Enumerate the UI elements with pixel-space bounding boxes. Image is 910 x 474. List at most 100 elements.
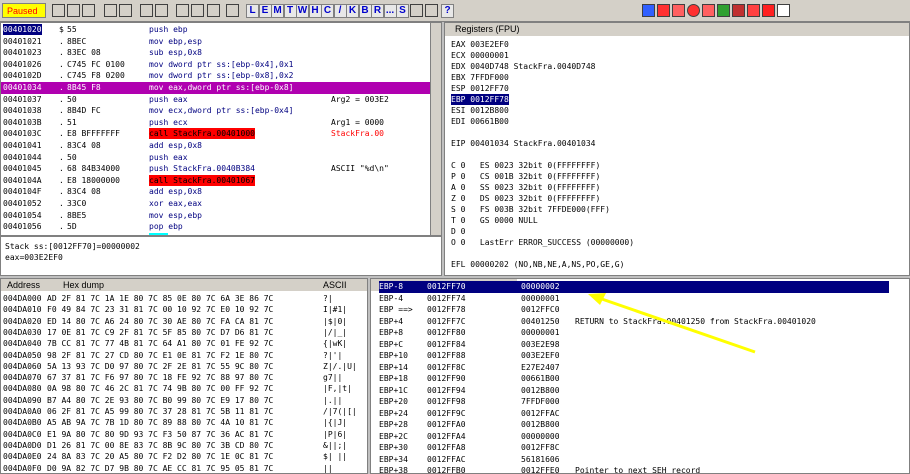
stack-row[interactable]: EBP+2C 0012FFA4 00000000: [379, 431, 889, 443]
hex-dump-address: 004DA070: [3, 373, 42, 383]
window-button-7[interactable]: /: [333, 4, 347, 18]
stack-row[interactable]: EBP+30 0012FFA8 0012FF8C: [379, 442, 889, 454]
stack-row[interactable]: EBP+1C 0012FF94 0012B800: [379, 385, 889, 397]
plugin-icon-9[interactable]: [762, 4, 775, 17]
window-button-8[interactable]: K: [346, 4, 359, 18]
disassembly-pane[interactable]: 00401020 $55 push ebp 00401021. 8BEC mov ebp,…: [0, 22, 442, 236]
disasm-row[interactable]: 00401034. 8B45 F8 mov eax,dword ptr ss:[eb…: [1, 82, 431, 94]
stack-address: 0012FF8C: [427, 362, 466, 372]
step-into-icon[interactable]: [140, 4, 153, 17]
stack-address: 0012FFA8: [427, 443, 466, 452]
stack-row[interactable]: EBP+10 0012FF88 003E2EF0: [379, 350, 889, 362]
grid-icon[interactable]: [425, 4, 438, 17]
list-icon[interactable]: [410, 4, 423, 17]
disasm-instruction: mov dword ptr ss:[ebp-0x8],0x2: [149, 71, 294, 81]
window-button-11[interactable]: ...: [383, 4, 397, 18]
hex-dump-ascii: ?|'|: [323, 350, 343, 360]
plugin-icon-4[interactable]: [687, 4, 700, 17]
disasm-row[interactable]: 00401054. 8BE5 mov esp,ebp: [1, 210, 431, 222]
stack-address: 0012FFA0: [427, 420, 466, 429]
disasm-row[interactable]: 0040104F. 83C4 08 add esp,0x8: [1, 186, 431, 198]
window-button-2[interactable]: M: [271, 4, 284, 18]
open-icon[interactable]: [52, 4, 65, 17]
disasm-row[interactable]: 00401023. 83EC 08 sub esp,0x8: [1, 47, 431, 59]
window-button-1[interactable]: E: [258, 4, 272, 18]
disasm-row[interactable]: 00401020 $55 push ebp: [1, 24, 431, 36]
stack-row[interactable]: EBP+C 0012FF84 003E2E98: [379, 339, 889, 351]
help-button[interactable]: ?: [441, 4, 454, 18]
window-button-9[interactable]: B: [358, 4, 372, 18]
stack-row[interactable]: EBP+38 0012FFB0 0012FFE0 Pointer to next SE…: [379, 465, 889, 473]
disassembly-scrollbar[interactable]: [430, 23, 441, 235]
stack-offset: EBP+8: [379, 328, 404, 337]
stack-offset: EBP ==>: [379, 305, 413, 314]
window-button-6[interactable]: C: [321, 4, 334, 18]
hex-dump-pane[interactable]: Address Hex dump ASCII 004DA000 AD 2F 81 …: [0, 278, 368, 474]
registers-header: Registers (FPU): [445, 23, 909, 36]
hex-dump-address: 004DA000: [3, 294, 42, 303]
window-button-3[interactable]: T: [283, 4, 297, 18]
disasm-comment: Arg2 = 003E2: [331, 94, 389, 104]
disasm-row[interactable]: 00401037. 50 push eax Arg2 = 003E2: [1, 94, 431, 106]
stack-row[interactable]: EBP+4 0012FF7C 00401250 RETURN to StackFra.…: [379, 316, 889, 328]
disasm-row[interactable]: 00401038. 8B4D FC mov ecx,dword ptr ss:[eb…: [1, 105, 431, 117]
disasm-row[interactable]: 0040104A. E8 18000000 call StackFra.004010…: [1, 174, 431, 187]
trace-over-icon[interactable]: [191, 4, 204, 17]
registers-pane[interactable]: Registers (FPU) EAX 003E2EF0 ECX 00000001…: [444, 22, 910, 276]
trace-into-icon[interactable]: [176, 4, 189, 17]
restart-icon[interactable]: [67, 4, 80, 17]
plugin-icon-8[interactable]: [747, 4, 760, 17]
disasm-row[interactable]: 00401045. 68 84B34000 push StackFra.0040B3…: [1, 163, 431, 175]
hex-dump-ascii: ?|: [323, 294, 333, 303]
stack-row[interactable]: EBP+18 0012FF90 00661B00: [379, 373, 889, 385]
plugin-icon-7[interactable]: [732, 4, 745, 17]
stack-row[interactable]: EBP+14 0012FF8C E27E2407: [379, 362, 889, 374]
disasm-row[interactable]: 0040102D. C745 F8 0200 mov dword ptr ss:[e…: [1, 70, 431, 82]
step-over-icon[interactable]: [155, 4, 168, 17]
plugin-icon-6[interactable]: [717, 4, 730, 17]
plugin-icon-1[interactable]: [642, 4, 655, 17]
disasm-row[interactable]: 00401052. 33C0 xor eax,eax: [1, 198, 431, 210]
disasm-comment: Arg1 = 0000: [331, 117, 384, 127]
stack-row[interactable]: EBP+34 0012FFAC 56181606: [379, 454, 889, 466]
disasm-bytes: 51: [67, 117, 77, 127]
stack-value: 003E2E98: [521, 339, 560, 349]
stack-row[interactable]: EBP+28 0012FFA0 0012B800: [379, 419, 889, 431]
disasm-instruction: mov ebp,esp: [149, 36, 202, 46]
close-icon[interactable]: [82, 4, 95, 17]
disasm-row[interactable]: 00401026. C745 FC 0100 mov dword ptr ss:[e…: [1, 59, 431, 71]
stack-row[interactable]: EBP-4 0012FF74 00000001: [379, 293, 889, 305]
pause-icon[interactable]: [119, 4, 132, 17]
disasm-marker: .: [59, 187, 64, 197]
hex-dump-bytes: D1 26 81 7C 00 8E 83 7C 8B 9C 80 7C 3B C…: [47, 440, 274, 450]
stack-pane[interactable]: EBP-8 0012FF70 00000002 EBP-4 0012FF74 000000…: [370, 278, 910, 474]
disasm-row[interactable]: 0040103B. 51 push ecx Arg1 = 0000: [1, 117, 431, 129]
plugin-icon-3[interactable]: [672, 4, 685, 17]
stack-row[interactable]: EBP+20 0012FF98 7FFDF000: [379, 396, 889, 408]
disasm-row[interactable]: 0040103C. E8 BFFFFFFF call StackFra.004010…: [1, 128, 431, 140]
disasm-row[interactable]: 00401044. 50 push eax: [1, 152, 431, 164]
run-icon[interactable]: [104, 4, 117, 17]
stack-row[interactable]: EBP+8 0012FF80 00000001: [379, 327, 889, 339]
register-row: EIP 00401034 StackFra.00401034: [451, 139, 596, 148]
disasm-row[interactable]: 00401041. 83C4 08 add esp,0x8: [1, 140, 431, 152]
register-row: EFL 00000202 (NO,NB,NE,A,NS,PO,GE,G): [451, 260, 625, 269]
stack-row[interactable]: EBP ==> 0012FF78 0012FFC0: [379, 304, 889, 316]
hex-dump-address: 004DA0E0: [3, 452, 42, 462]
window-button-5[interactable]: H: [308, 4, 322, 18]
disasm-row[interactable]: 00401021. 8BEC mov ebp,esp: [1, 36, 431, 48]
stack-row[interactable]: EBP+24 0012FF9C 0012FFAC: [379, 408, 889, 420]
window-button-10[interactable]: R: [371, 4, 384, 18]
plugin-icon-2[interactable]: [657, 4, 670, 17]
window-button-12[interactable]: S: [396, 4, 409, 18]
go-to-icon[interactable]: [226, 4, 239, 17]
window-button-0[interactable]: L: [246, 4, 259, 18]
disasm-row[interactable]: 00401056. 5D pop ebp: [1, 221, 431, 233]
execute-till-return-icon[interactable]: [207, 4, 220, 17]
hex-dump-bytes: ED 14 80 7C A6 24 80 7C 30 AE 80 7C FA C…: [47, 316, 274, 326]
stack-row[interactable]: EBP-8 0012FF70 00000002: [379, 281, 889, 293]
disasm-instruction: push ebp: [149, 25, 188, 34]
plugin-icon-5[interactable]: [702, 4, 715, 17]
window-button-4[interactable]: W: [296, 4, 309, 18]
plugin-icon-10[interactable]: [777, 4, 790, 17]
